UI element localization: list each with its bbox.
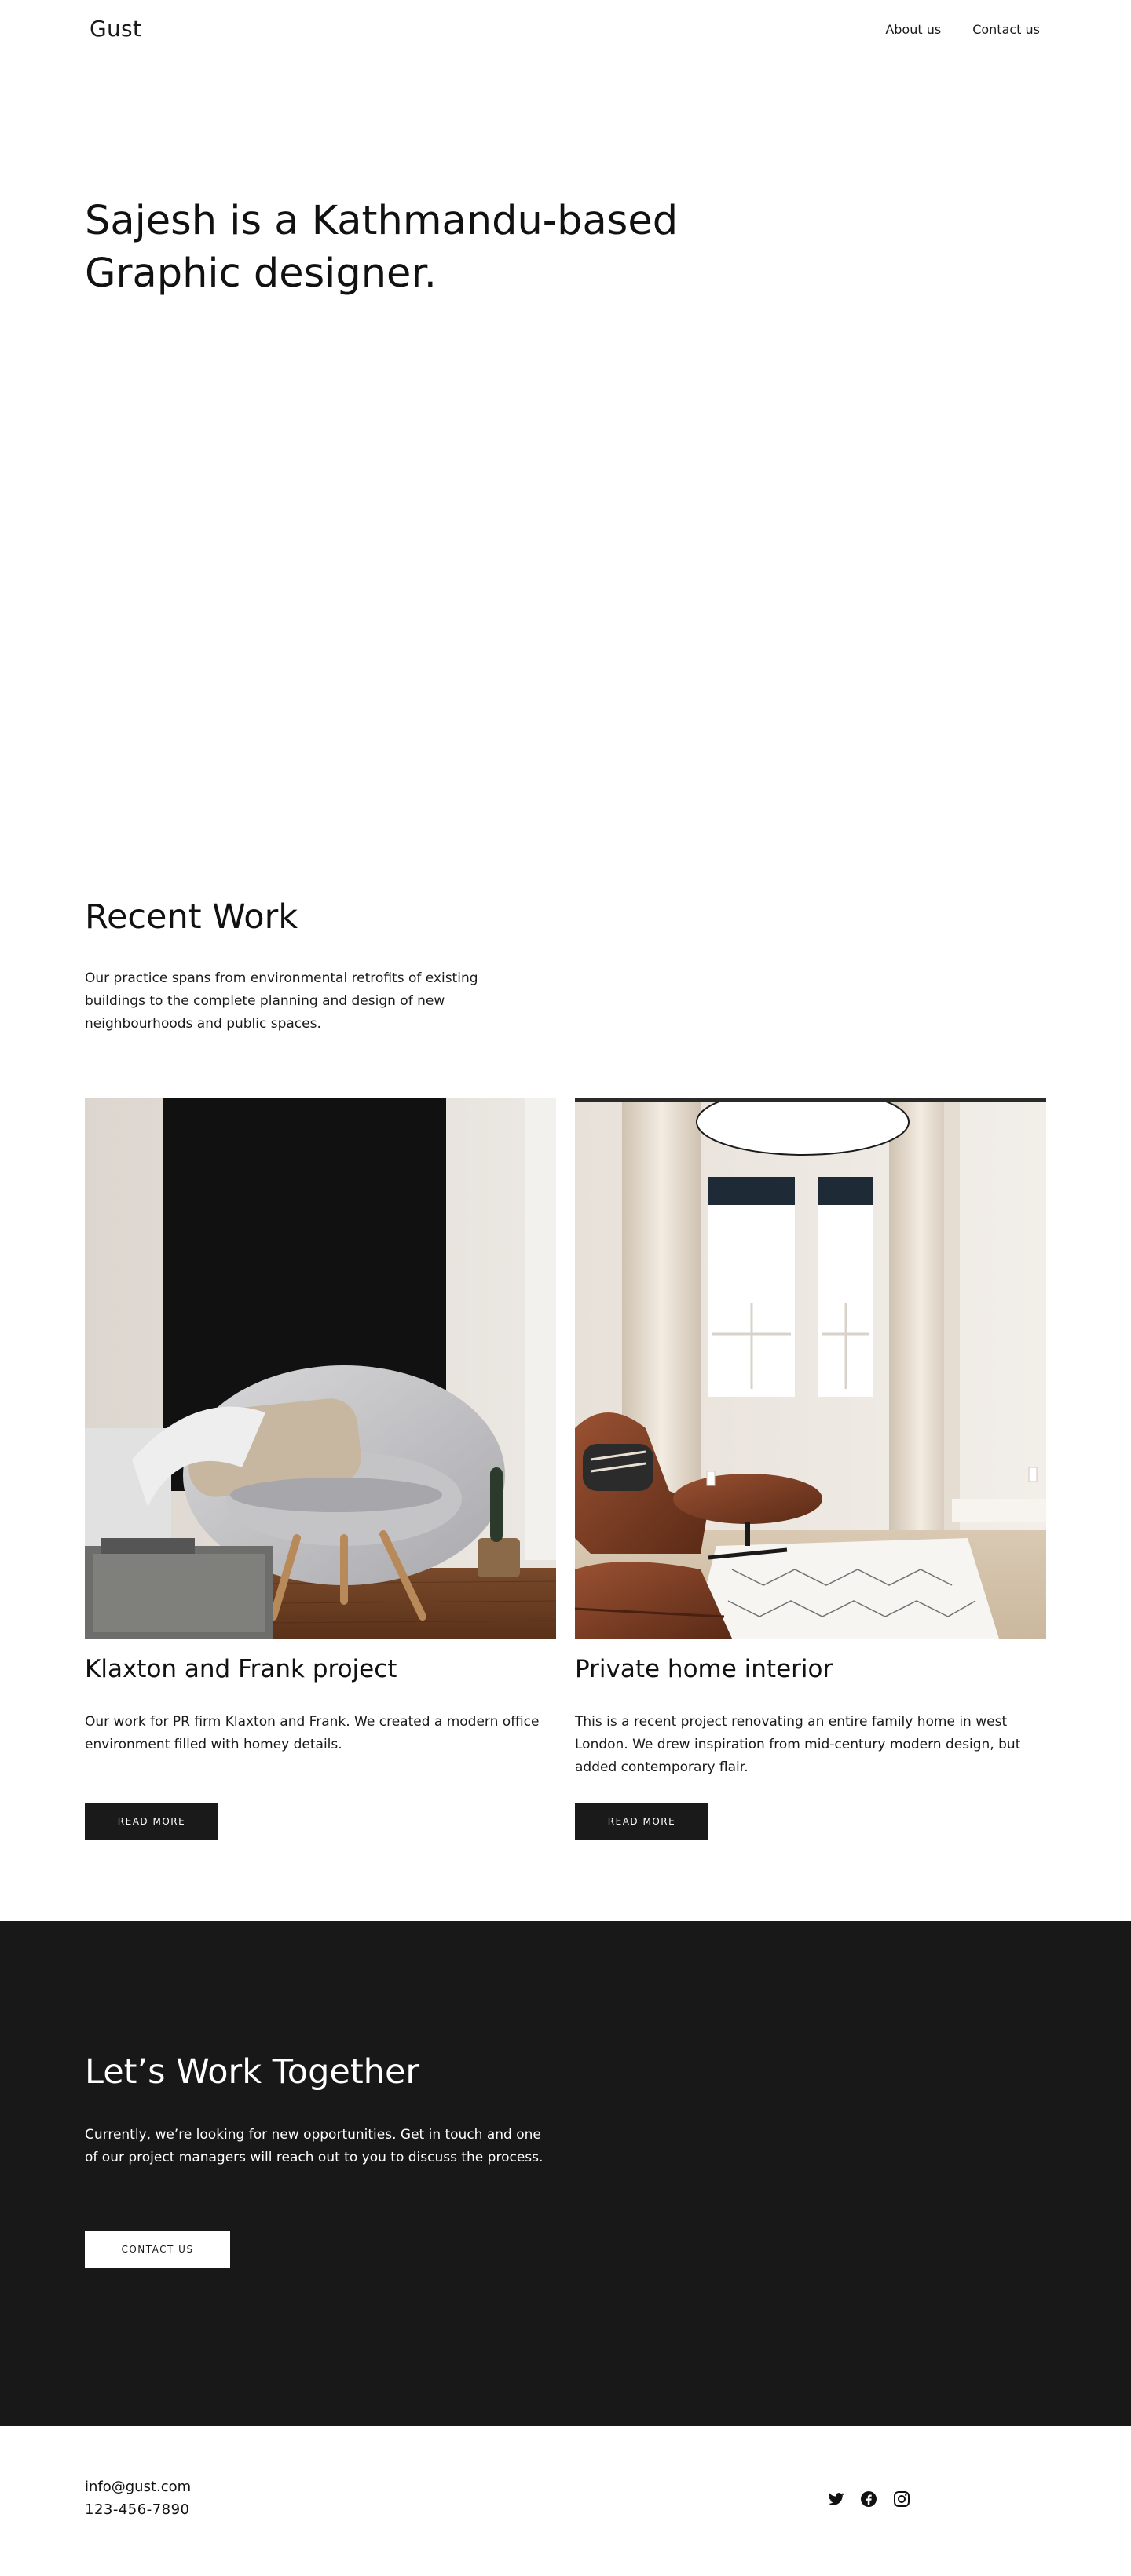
cta-description: Currently, we’re looking for new opportu… bbox=[85, 2127, 544, 2165]
hero-title-line2: Graphic designer. bbox=[85, 250, 437, 297]
hero-title: Sajesh is a Kathmandu-based Graphic desi… bbox=[85, 195, 713, 300]
twitter-icon[interactable] bbox=[826, 2490, 845, 2508]
site-header: Gust About us Contact us bbox=[0, 0, 1131, 60]
brand-logo[interactable]: Gust bbox=[90, 16, 141, 42]
cta-title: Let’s Work Together bbox=[85, 2052, 420, 2092]
project-card-klaxton: Klaxton and Frank project Our work for P… bbox=[85, 1098, 556, 1840]
recent-work-title: Recent Work bbox=[85, 897, 298, 937]
project-image-interior bbox=[575, 1098, 1046, 1639]
social-links bbox=[826, 2490, 911, 2508]
contact-us-button[interactable]: CONTACT US bbox=[85, 2231, 230, 2268]
project-title: Klaxton and Frank project bbox=[85, 1655, 397, 1683]
project-description: This is a recent project renovating an e… bbox=[575, 1714, 1021, 1775]
main-nav: About us Contact us bbox=[885, 22, 1040, 37]
project-card-private-home: Private home interior This is a recent p… bbox=[575, 1098, 1046, 1840]
nav-about-us[interactable]: About us bbox=[885, 22, 941, 37]
work-together-section: Let’s Work Together Currently, we’re loo… bbox=[0, 1921, 1131, 2426]
hero-title-line1: Sajesh is a Kathmandu-based bbox=[85, 198, 679, 244]
recent-work-description: Our practice spans from environmental re… bbox=[85, 970, 478, 1032]
facebook-icon[interactable] bbox=[859, 2490, 878, 2508]
site-footer: info@gust.com 123-456-7890 bbox=[0, 2426, 1131, 2576]
read-more-button[interactable]: READ MORE bbox=[85, 1803, 218, 1840]
project-title: Private home interior bbox=[575, 1655, 833, 1683]
read-more-button[interactable]: READ MORE bbox=[575, 1803, 708, 1840]
page: Gust About us Contact us Sajesh is a Kat… bbox=[0, 0, 1131, 2576]
project-description: Our work for PR firm Klaxton and Frank. … bbox=[85, 1714, 540, 1752]
project-image-chair bbox=[85, 1098, 556, 1639]
footer-phone[interactable]: 123-456-7890 bbox=[85, 2501, 190, 2518]
instagram-icon[interactable] bbox=[892, 2490, 911, 2508]
nav-contact-us[interactable]: Contact us bbox=[972, 22, 1040, 37]
footer-email[interactable]: info@gust.com bbox=[85, 2479, 191, 2495]
